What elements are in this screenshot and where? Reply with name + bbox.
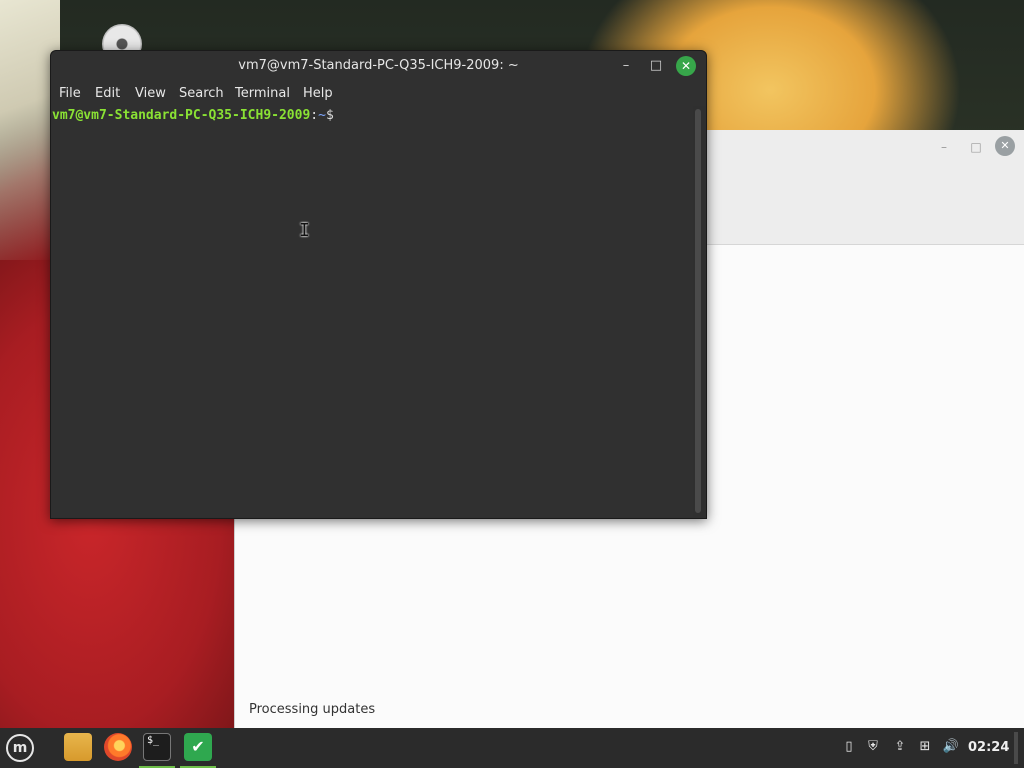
terminal-icon: $_ bbox=[143, 733, 171, 761]
menu-bar: File Edit View Search Terminal Help bbox=[51, 81, 706, 106]
close-button[interactable]: ✕ bbox=[995, 136, 1015, 156]
scrollbar[interactable] bbox=[695, 109, 701, 513]
terminal-titlebar[interactable]: vm7@vm7-Standard-PC-Q35-ICH9-2009: ~ – □… bbox=[51, 51, 706, 81]
menu-edit[interactable]: Edit bbox=[91, 81, 124, 106]
clock[interactable]: 02:24 bbox=[968, 728, 1009, 768]
prompt-symbol: $ bbox=[325, 108, 334, 123]
mint-logo-icon: m bbox=[6, 734, 34, 762]
minimize-button[interactable]: – bbox=[617, 57, 635, 75]
folder-icon bbox=[64, 733, 92, 761]
network-icon[interactable]: ⊞ bbox=[916, 738, 934, 756]
firefox-launcher[interactable] bbox=[100, 728, 136, 768]
maximize-button[interactable]: □ bbox=[647, 57, 665, 75]
show-desktop-button[interactable] bbox=[1014, 732, 1018, 764]
firefox-icon bbox=[104, 733, 132, 761]
menu-terminal[interactable]: Terminal bbox=[231, 81, 294, 106]
terminal-window: vm7@vm7-Standard-PC-Q35-ICH9-2009: ~ – □… bbox=[50, 50, 707, 519]
prompt-path: ~ bbox=[318, 108, 326, 123]
text-cursor-icon: I bbox=[299, 220, 310, 241]
files-launcher[interactable] bbox=[60, 728, 96, 768]
update-manager-launcher[interactable]: ✔ bbox=[180, 728, 216, 768]
terminal-launcher[interactable]: $_ bbox=[139, 728, 175, 768]
status-text: Processing updates bbox=[249, 702, 376, 717]
shell-prompt: vm7@vm7-Standard-PC-Q35-ICH9-2009:~$ bbox=[52, 108, 334, 123]
menu-help[interactable]: Help bbox=[299, 81, 337, 106]
menu-search[interactable]: Search bbox=[175, 81, 228, 106]
terminal-output[interactable]: vm7@vm7-Standard-PC-Q35-ICH9-2009:~$ bbox=[51, 106, 693, 517]
shield-tray-icon[interactable]: ⛨ bbox=[864, 738, 882, 756]
prompt-separator: : bbox=[310, 108, 319, 123]
close-button[interactable]: ✕ bbox=[676, 56, 696, 76]
menu-view[interactable]: View bbox=[131, 81, 170, 106]
window-title: vm7@vm7-Standard-PC-Q35-ICH9-2009: ~ bbox=[238, 58, 519, 73]
start-menu-button[interactable]: m bbox=[2, 728, 38, 768]
menu-file[interactable]: File bbox=[55, 81, 85, 106]
taskbar: m $_ ✔ ▯ ⛨ ⇪ ⊞ 🔊 02:24 bbox=[0, 728, 1024, 768]
prompt-user-host: vm7@vm7-Standard-PC-Q35-ICH9-2009 bbox=[52, 108, 311, 123]
maximize-button[interactable]: □ bbox=[967, 138, 985, 156]
update-tray-icon[interactable]: ⇪ bbox=[891, 738, 909, 756]
minimize-button[interactable]: – bbox=[935, 138, 953, 156]
shield-icon: ✔ bbox=[184, 733, 212, 761]
volume-icon[interactable]: 🔊 bbox=[942, 738, 960, 756]
clipboard-icon[interactable]: ▯ bbox=[840, 738, 858, 756]
